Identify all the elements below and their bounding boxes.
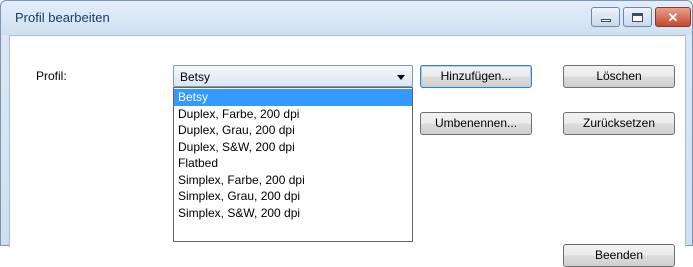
list-item[interactable]: Simplex, S&W, 200 dpi xyxy=(174,205,412,222)
close-icon: ✕ xyxy=(667,9,679,25)
maximize-button[interactable] xyxy=(623,7,652,27)
exit-button[interactable]: Beenden xyxy=(563,244,675,267)
title-bar[interactable]: Profil bearbeiten ✕ xyxy=(1,1,692,35)
profile-dropdown-list: Betsy Duplex, Farbe, 200 dpi Duplex, Gra… xyxy=(173,87,413,242)
list-item[interactable]: Simplex, Farbe, 200 dpi xyxy=(174,172,412,189)
delete-button[interactable]: Löschen xyxy=(563,65,675,88)
add-button[interactable]: Hinzufügen... xyxy=(420,65,532,88)
close-button[interactable]: ✕ xyxy=(655,7,691,27)
chevron-down-icon[interactable] xyxy=(397,75,405,80)
rename-button[interactable]: Umbenennen... xyxy=(420,112,532,135)
reset-button[interactable]: Zurücksetzen xyxy=(563,112,675,135)
profile-select[interactable]: Betsy xyxy=(173,65,413,87)
minimize-button[interactable] xyxy=(591,7,620,27)
profile-label: Profil: xyxy=(36,69,67,83)
list-item[interactable]: Duplex, Grau, 200 dpi xyxy=(174,122,412,139)
profile-select-value: Betsy xyxy=(180,70,211,84)
dialog-content: Profil: Betsy Betsy Duplex, Farbe, 200 d… xyxy=(9,35,686,267)
window-title: Profil bearbeiten xyxy=(15,10,110,25)
list-item[interactable]: Duplex, S&W, 200 dpi xyxy=(174,139,412,156)
list-item[interactable]: Simplex, Grau, 200 dpi xyxy=(174,188,412,205)
minimize-icon xyxy=(600,18,611,22)
dialog-window: Profil bearbeiten ✕ Profil: Betsy Betsy … xyxy=(0,0,693,267)
maximize-icon xyxy=(632,12,643,22)
list-item[interactable]: Flatbed xyxy=(174,155,412,172)
list-item[interactable]: Betsy xyxy=(174,89,412,106)
list-item[interactable]: Duplex, Farbe, 200 dpi xyxy=(174,106,412,123)
